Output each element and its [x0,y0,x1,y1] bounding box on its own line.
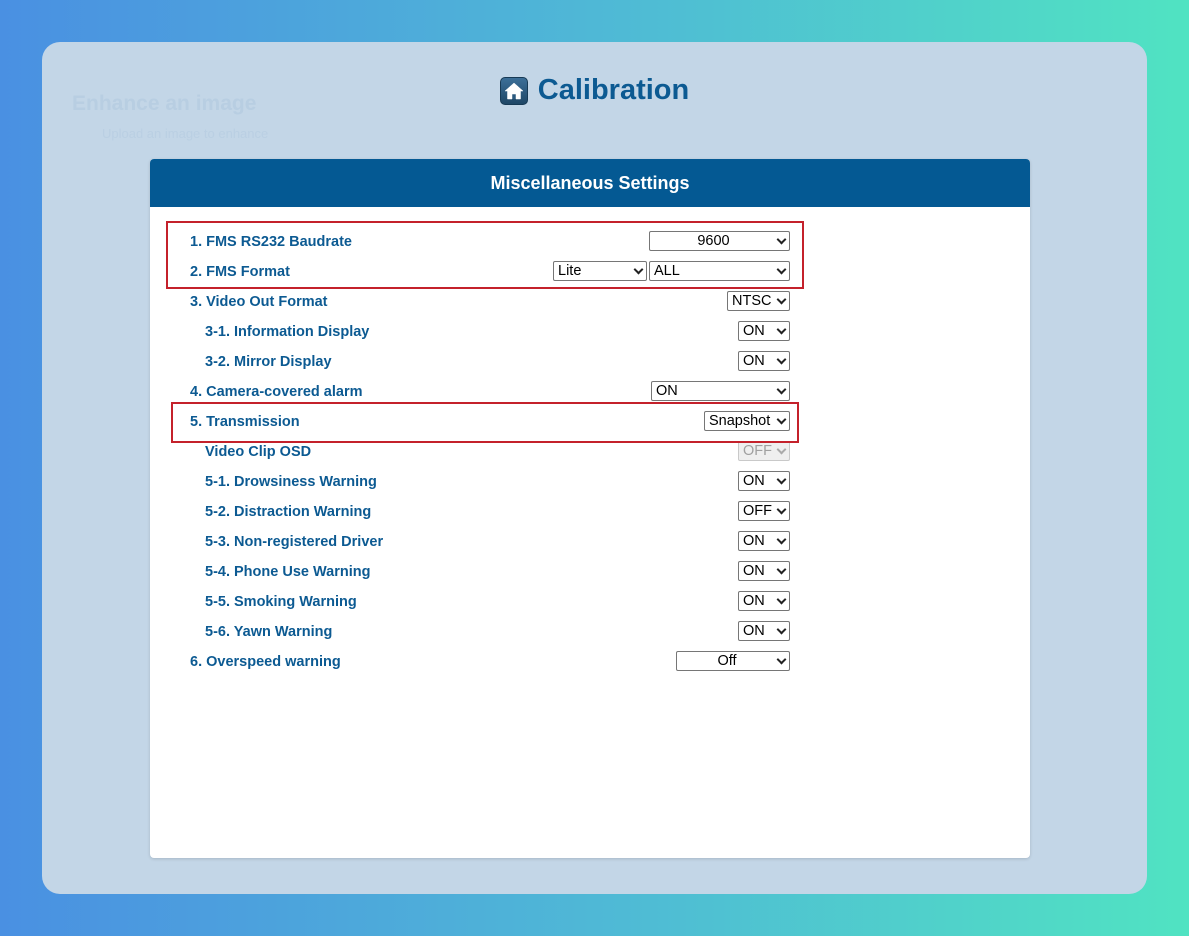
setting-label: 5-3. Non-registered Driver [205,534,384,550]
video-clip-osd-select: OFF [738,441,790,461]
setting-row-non-registered-driver: 5-3. Non-registered Driver ON [150,528,790,558]
setting-row-distraction-warning: 5-2. Distraction Warning OFF [150,498,790,528]
setting-label: Video Clip OSD [205,444,312,460]
setting-row-video-clip-osd: Video Clip OSD OFF [150,438,790,468]
setting-label: 5-1. Drowsiness Warning [205,474,377,490]
mirror-display-select[interactable]: ON [738,351,790,371]
setting-row-camera-covered-alarm: 4. Camera-covered alarm ON [150,378,790,408]
camera-covered-alarm-select[interactable]: ON [651,381,790,401]
setting-label: 5-6. Yawn Warning [205,624,333,640]
fms-baudrate-select[interactable]: 9600 [649,231,790,251]
setting-label: 5-4. Phone Use Warning [205,564,371,580]
page-header: Calibration [42,74,1147,107]
setting-label: 3-2. Mirror Display [205,354,332,370]
content-card: Enhance an image Upload an image to enha… [42,42,1147,894]
setting-row-fms-format: 2. FMS Format Lite ALL [150,258,790,288]
misc-settings-panel: Miscellaneous Settings 1. FMS RS232 Baud… [150,159,1030,858]
setting-label: 5-5. Smoking Warning [205,594,357,610]
setting-row-phone-use-warning: 5-4. Phone Use Warning ON [150,558,790,588]
information-display-select[interactable]: ON [738,321,790,341]
distraction-warning-select[interactable]: OFF [738,501,790,521]
setting-label: 2. FMS Format [190,264,290,280]
setting-label: 5. Transmission [190,414,300,430]
setting-row-smoking-warning: 5-5. Smoking Warning ON [150,588,790,618]
non-registered-driver-select[interactable]: ON [738,531,790,551]
setting-row-drowsiness-warning: 5-1. Drowsiness Warning ON [150,468,790,498]
setting-row-video-out-format: 3. Video Out Format NTSC [150,288,790,318]
setting-row-information-display: 3-1. Information Display ON [150,318,790,348]
fms-format-scope-select[interactable]: ALL [649,261,790,281]
fms-format-type-select[interactable]: Lite [553,261,647,281]
page-title: Calibration [537,74,690,106]
yawn-warning-select[interactable]: ON [738,621,790,641]
panel-header: Miscellaneous Settings [150,159,1030,207]
setting-row-mirror-display: 3-2. Mirror Display ON [150,348,790,378]
smoking-warning-select[interactable]: ON [738,591,790,611]
setting-label: 6. Overspeed warning [190,654,341,670]
phone-use-warning-select[interactable]: ON [738,561,790,581]
setting-label: 4. Camera-covered alarm [190,384,363,400]
setting-label: 3. Video Out Format [190,294,328,310]
setting-label: 3-1. Information Display [205,324,370,340]
home-icon[interactable] [499,76,528,105]
overspeed-warning-select[interactable]: Off [676,651,790,671]
setting-label: 1. FMS RS232 Baudrate [190,234,352,250]
transmission-select[interactable]: Snapshot [704,411,790,431]
ghost-subheading: Upload an image to enhance [102,126,269,141]
setting-row-overspeed-warning: 6. Overspeed warning Off [150,648,790,678]
video-out-format-select[interactable]: NTSC [727,291,790,311]
setting-row-transmission: 5. Transmission Snapshot [150,408,790,438]
setting-row-fms-baudrate: 1. FMS RS232 Baudrate 9600 [150,228,790,258]
setting-row-yawn-warning: 5-6. Yawn Warning ON [150,618,790,648]
drowsiness-warning-select[interactable]: ON [738,471,790,491]
setting-label: 5-2. Distraction Warning [205,504,372,520]
